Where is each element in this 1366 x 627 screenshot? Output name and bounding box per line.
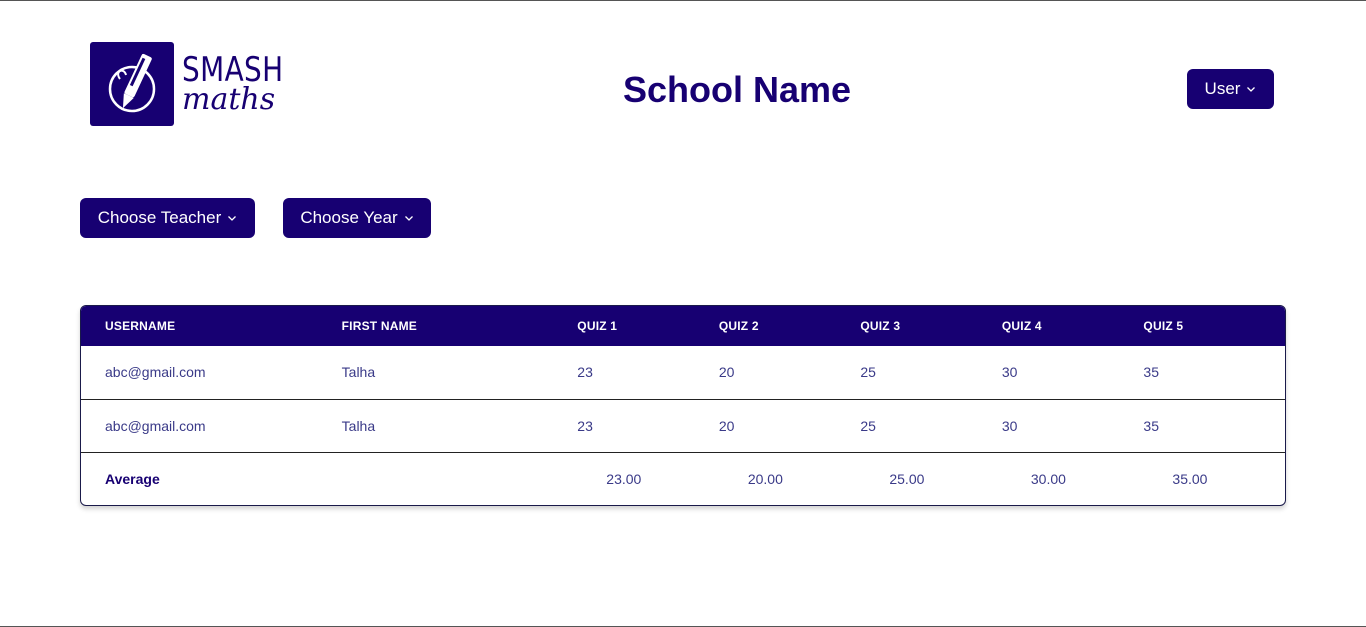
table-row[interactable]: abc@gmail.com Talha 23 20 25 30 35 [81,399,1285,452]
cell-quiz-1: 23 [577,364,593,381]
cell-quiz-4: 30 [1001,364,1018,381]
page: SMASH maths School Name User Choose Teac… [0,0,1366,627]
choose-year-dropdown[interactable]: Choose Year [283,198,431,238]
scores-table: USERNAME FIRST NAME QUIZ 1 QUIZ 2 QUIZ 3… [80,305,1286,506]
cell-quiz-4: 30 [1001,417,1018,434]
table-header-row: USERNAME FIRST NAME QUIZ 1 QUIZ 2 QUIZ 3… [81,306,1285,346]
choose-teacher-label: Choose Teacher [97,208,222,227]
average-quiz-1: 23.00 [606,470,642,487]
cell-quiz-3: 25 [860,417,876,434]
cell-first-name: Talha [341,417,376,434]
table-row[interactable]: abc@gmail.com Talha 23 20 25 30 35 [81,346,1285,399]
cell-quiz-2: 20 [718,364,735,381]
cell-username: abc@gmail.com [105,364,206,381]
average-label: Average [105,470,160,487]
average-empty-cell [342,452,578,505]
cell-first-name: Talha [341,364,376,381]
column-header-quiz-4[interactable]: QUIZ 4 [1002,306,1144,346]
cell-quiz-2: 20 [718,417,735,434]
chevron-down-icon [228,216,237,221]
choose-year-label: Choose Year [300,208,398,227]
column-header-quiz-1[interactable]: QUIZ 1 [577,306,719,346]
user-menu-label: User [1204,79,1241,98]
chevron-down-icon [404,216,413,221]
cell-quiz-3: 25 [860,364,876,381]
column-header-first-name[interactable]: FIRST NAME [342,306,578,346]
chevron-down-icon [1247,87,1256,92]
column-header-quiz-5[interactable]: QUIZ 5 [1143,306,1285,346]
average-quiz-3: 25.00 [889,470,925,487]
column-header-quiz-2[interactable]: QUIZ 2 [719,306,861,346]
user-menu-button[interactable]: User [1187,69,1274,109]
cell-quiz-5: 35 [1143,364,1159,381]
page-title: School Name [622,69,852,110]
average-quiz-2: 20.00 [747,470,783,487]
average-quiz-5: 35.00 [1172,470,1208,487]
average-row: Average 23.00 20.00 25.00 30.00 35.00 [81,452,1285,505]
cell-quiz-5: 35 [1143,417,1159,434]
average-quiz-4: 30.00 [1030,470,1066,487]
cell-quiz-1: 23 [577,417,593,434]
column-header-username[interactable]: USERNAME [81,306,342,346]
choose-teacher-dropdown[interactable]: Choose Teacher [80,198,255,238]
column-header-quiz-3[interactable]: QUIZ 3 [860,306,1002,346]
cell-username: abc@gmail.com [105,417,206,434]
